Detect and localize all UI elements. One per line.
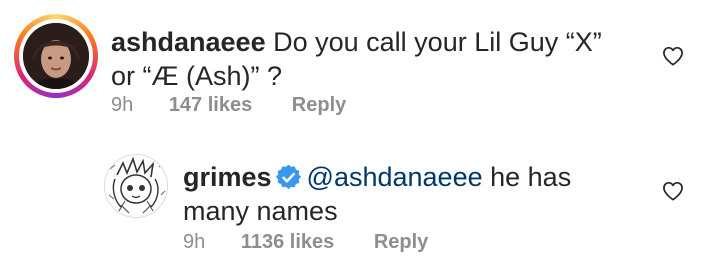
comment-mention[interactable]: @ashdanaeee [307,162,483,192]
comment-meta: 9h 1136 likes Reply [183,230,428,254]
comment-likes[interactable]: 1136 likes [241,230,334,254]
reply-button[interactable]: Reply [374,230,428,254]
heart-outline-icon[interactable] [662,46,684,66]
comment-time[interactable]: 9h [183,230,205,254]
comment-text: ashdanaeee Do you call your Lil Guy “X” … [111,25,631,93]
user-photo-icon [23,23,89,89]
heart-outline-icon[interactable] [662,181,684,201]
verified-badge-icon [275,165,301,189]
comment-item: ashdanaeee Do you call your Lil Guy “X” … [0,0,720,135]
comment-likes[interactable]: 147 likes [169,93,252,117]
comment-username[interactable]: ashdanaeee [111,27,266,57]
reply-button[interactable]: Reply [292,93,346,117]
reply-comment-item: grimes @ashdanaeee he has many names 9h … [0,135,720,274]
avatar[interactable] [14,14,98,98]
comment-meta: 9h 147 likes Reply [111,93,346,117]
drawn-character-avatar-icon [105,155,167,217]
avatar[interactable] [104,154,168,218]
user-photo-avatar [23,23,89,89]
comment-time[interactable]: 9h [111,93,133,117]
comment-username[interactable]: grimes [183,162,272,192]
comment-text: grimes @ashdanaeee he has many names [183,160,633,228]
